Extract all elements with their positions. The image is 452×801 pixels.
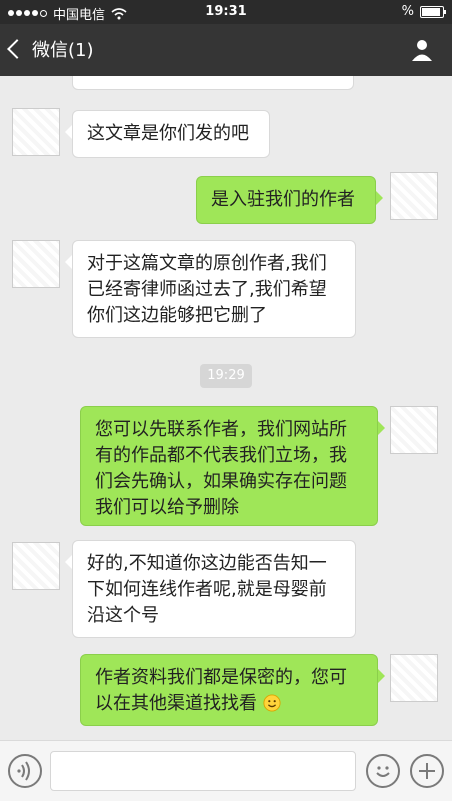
message-line: 你们这边能够把它删了: [87, 305, 267, 326]
message-line: 作者资料我们都是保密的，您可: [95, 667, 347, 688]
message-line: 有的作品都不代表我们立场，我: [95, 445, 347, 466]
back-label: 微信(1): [32, 40, 94, 61]
status-right: %: [401, 4, 446, 19]
message-bubble: 对于这篇文章的原创作者,我们 已经寄律师函过去了,我们希望 你们这边能够把它删了: [65, 240, 356, 338]
message-bubble: 是入驻我们的作者: [196, 176, 383, 224]
avatar[interactable]: [390, 654, 438, 702]
message-line: 下如何连线作者呢,就是母婴前: [87, 579, 327, 600]
input-bar: [0, 740, 452, 801]
navigation-bar: 微信(1): [0, 24, 452, 76]
status-time: 19:31: [205, 4, 247, 19]
message-line: 沿这个号: [87, 605, 159, 626]
back-button[interactable]: 微信(1): [7, 36, 94, 62]
message-bubble: 这文章是你们发的吧: [65, 110, 270, 158]
message-line: 已经寄律师函过去了,我们希望: [87, 279, 327, 300]
plus-button[interactable]: [410, 754, 444, 788]
smile-emoji-icon: [263, 694, 281, 712]
message-line: 我们可以给予删除: [95, 497, 239, 518]
battery-icon: [420, 5, 446, 18]
avatar[interactable]: [12, 542, 60, 590]
avatar[interactable]: [390, 172, 438, 220]
message-bubble: 作者资料我们都是保密的，您可 以在其他渠道找找看: [80, 654, 385, 726]
message-bubble: 您可以先联系作者，我们网站所 有的作品都不代表我们立场，我 们会先确认，如果确实…: [80, 406, 385, 526]
message-bubble: 好的,不知道你这边能否告知一 下如何连线作者呢,就是母婴前 沿这个号: [65, 540, 356, 638]
timestamp-badge: 19:29: [200, 364, 252, 388]
status-bar: 中国电信 19:31 %: [0, 0, 452, 24]
message-text: 是入驻我们的作者: [211, 189, 355, 210]
back-chevron-icon: [7, 39, 27, 59]
message-line: 们会先确认，如果确实存在问题: [95, 471, 347, 492]
voice-button[interactable]: [8, 754, 42, 788]
message-line: 以在其他渠道找找看: [95, 693, 257, 714]
emoji-icon: [376, 766, 390, 777]
partial-message: [72, 76, 354, 90]
profile-icon[interactable]: [410, 38, 434, 62]
avatar[interactable]: [12, 108, 60, 156]
message-line: 对于这篇文章的原创作者,我们: [87, 253, 327, 274]
chat-area: 这文章是你们发的吧 是入驻我们的作者 对于这篇文章的原创作者,我们 已经寄律师函…: [0, 76, 452, 740]
message-line-with-emoji: 以在其他渠道找找看: [95, 691, 363, 717]
message-line: 好的,不知道你这边能否告知一: [87, 553, 327, 574]
emoji-button[interactable]: [366, 754, 400, 788]
avatar[interactable]: [12, 240, 60, 288]
plus-icon: [419, 763, 435, 779]
voice-icon: [17, 761, 30, 781]
avatar[interactable]: [390, 406, 438, 454]
message-text: 这文章是你们发的吧: [87, 123, 249, 144]
message-line: 您可以先联系作者，我们网站所: [95, 419, 347, 440]
message-input[interactable]: [50, 751, 356, 791]
battery-percent: %: [401, 4, 414, 19]
